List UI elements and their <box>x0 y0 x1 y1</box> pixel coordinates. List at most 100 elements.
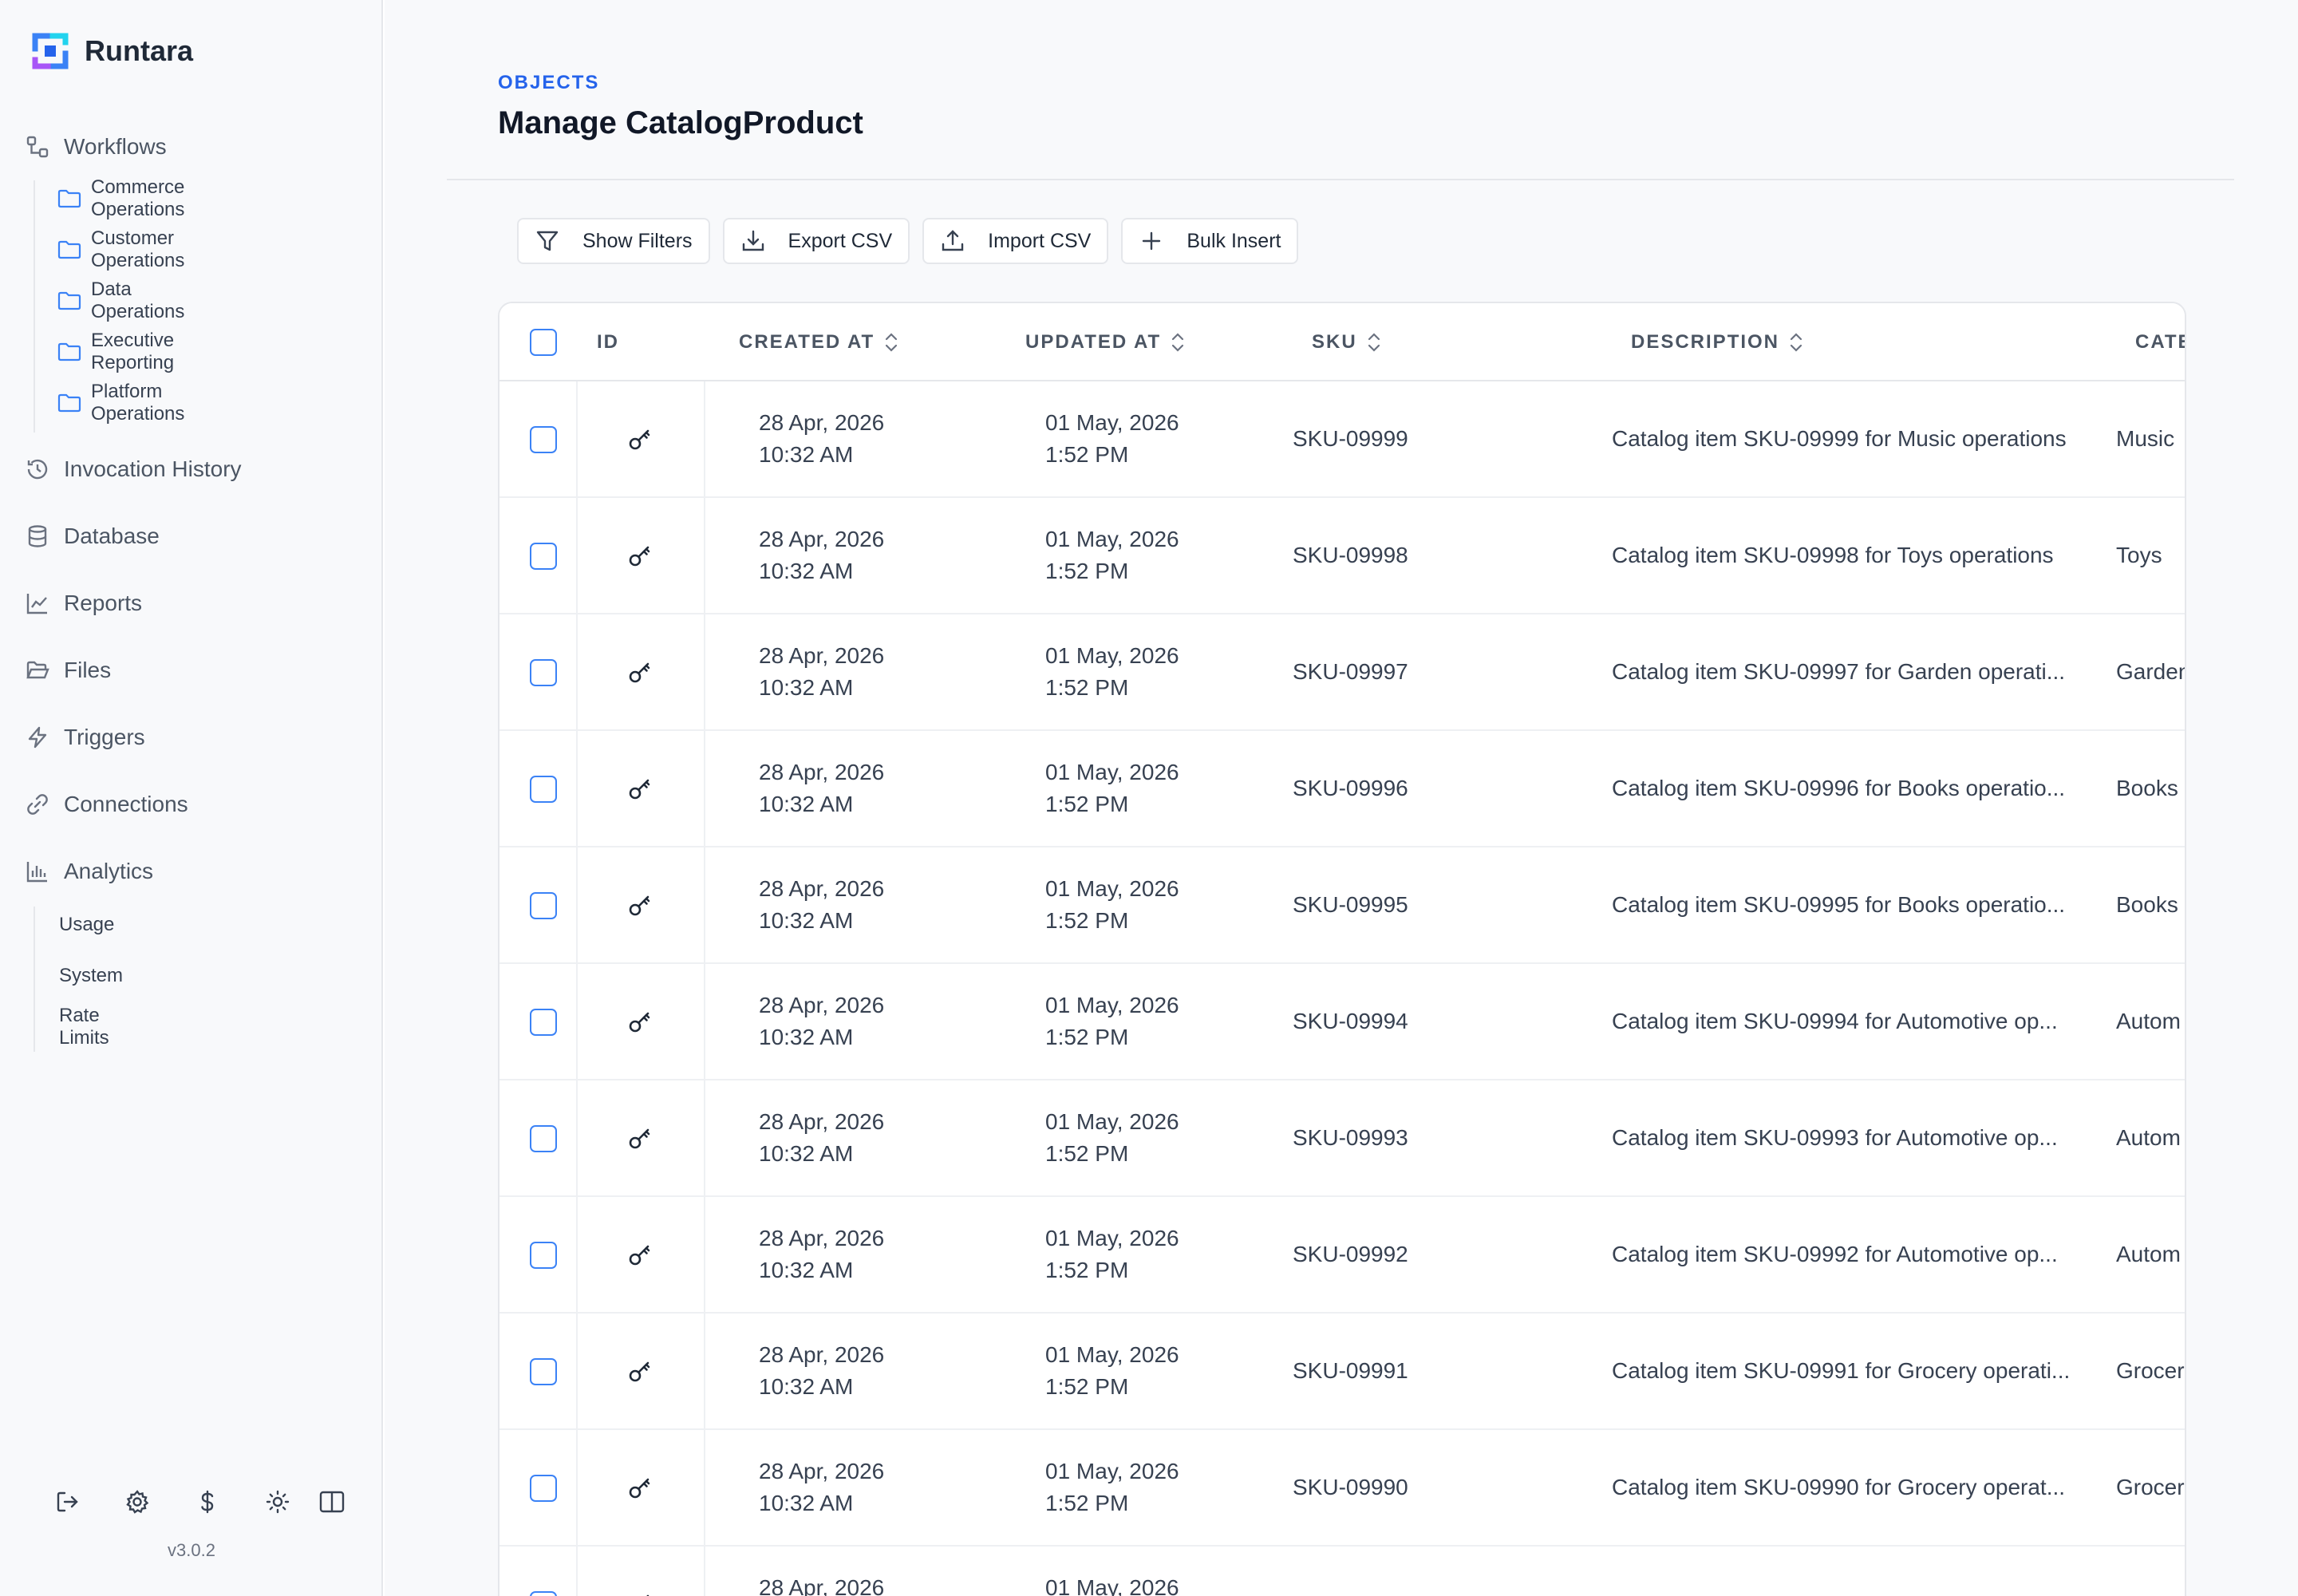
row-checkbox[interactable] <box>530 1242 557 1269</box>
updated-date: 01 May, 2026 <box>1045 1342 1179 1367</box>
key-icon[interactable] <box>624 1589 656 1596</box>
folder-item[interactable]: Executive Reporting <box>57 330 176 373</box>
key-icon[interactable] <box>624 1356 656 1388</box>
col-category[interactable]: CATE <box>2135 303 2185 381</box>
col-updated-at[interactable]: UPDATED AT <box>1025 303 1185 381</box>
logout-button[interactable] <box>49 1486 85 1521</box>
table-header: ID CREATED AT UPDATED AT SKU DESCRIPTION… <box>499 303 2185 381</box>
updated-date: 01 May, 2026 <box>1045 643 1179 668</box>
nav-reports[interactable]: Reports <box>24 583 142 623</box>
sort-icon[interactable] <box>1367 331 1381 354</box>
nav-triggers[interactable]: Triggers <box>24 717 145 757</box>
row-checkbox[interactable] <box>530 1591 557 1596</box>
folder-item[interactable]: Platform Operations <box>57 381 186 425</box>
table-row[interactable]: 28 Apr, 2026 01 May, 2026 <box>499 1547 2185 1596</box>
folder-label: Platform Operations <box>91 381 185 425</box>
row-checkbox[interactable] <box>530 1125 557 1152</box>
row-checkbox[interactable] <box>530 892 557 919</box>
col-created-at[interactable]: CREATED AT <box>739 303 898 381</box>
created-date: 28 Apr, 2026 <box>759 876 885 901</box>
download-icon <box>737 225 769 257</box>
col-description[interactable]: DESCRIPTION <box>1631 303 1803 381</box>
folder-item[interactable]: Customer Operations <box>57 227 186 271</box>
nav-analytics[interactable]: Analytics <box>24 851 153 891</box>
table-row[interactable]: 28 Apr, 2026 10:32 AM 01 May, 2026 1:52 PM S… <box>499 381 2185 498</box>
analytics-system[interactable]: System <box>59 958 123 994</box>
row-checkbox[interactable] <box>530 1475 557 1502</box>
bulk-insert-button[interactable]: Bulk Insert <box>1121 218 1299 264</box>
updated-date: 01 May, 2026 <box>1045 410 1179 435</box>
key-icon[interactable] <box>624 890 656 922</box>
updated-date: 01 May, 2026 <box>1045 876 1179 901</box>
nav-connections[interactable]: Connections <box>24 784 188 824</box>
nav-database[interactable]: Database <box>24 516 160 556</box>
created-time: 10:32 AM <box>759 792 854 816</box>
export-csv-button[interactable]: Export CSV <box>722 218 910 264</box>
category-cell: Autom <box>2116 1242 2181 1266</box>
analytics-subitems: Usage System Rate Limits <box>34 907 123 1052</box>
created-time: 10:32 AM <box>759 559 854 583</box>
category-cell: Books <box>2116 776 2178 800</box>
key-icon[interactable] <box>624 424 656 456</box>
key-icon[interactable] <box>624 540 656 572</box>
folder-label: Commerce Operations <box>91 176 185 220</box>
table-row[interactable]: 28 Apr, 2026 10:32 AM 01 May, 2026 1:52 PM S… <box>499 731 2185 847</box>
folder-icon <box>57 237 81 263</box>
folder-item[interactable]: Data Operations <box>57 279 186 322</box>
table-row[interactable]: 28 Apr, 2026 10:32 AM 01 May, 2026 1:52 PM S… <box>499 1314 2185 1430</box>
key-icon[interactable] <box>624 1006 656 1038</box>
show-filters-button[interactable]: Show Filters <box>517 218 710 264</box>
table-row[interactable]: 28 Apr, 2026 10:32 AM 01 May, 2026 1:52 PM S… <box>499 847 2185 964</box>
analytics-usage[interactable]: Usage <box>59 907 114 943</box>
sort-icon[interactable] <box>1171 331 1185 354</box>
table-row[interactable]: 28 Apr, 2026 10:32 AM 01 May, 2026 1:52 PM S… <box>499 1430 2185 1547</box>
key-icon[interactable] <box>624 1123 656 1155</box>
sort-icon[interactable] <box>1789 331 1803 354</box>
row-checkbox[interactable] <box>530 426 557 453</box>
column-label: ID <box>597 331 619 353</box>
sort-icon[interactable] <box>884 331 898 354</box>
description-cell: Catalog item SKU-09996 for Books operati… <box>1612 776 2066 800</box>
created-time: 10:32 AM <box>759 1374 854 1399</box>
theme-toggle-button[interactable] <box>260 1486 295 1521</box>
row-checkbox[interactable] <box>530 1358 557 1385</box>
row-checkbox[interactable] <box>530 659 557 686</box>
link-icon <box>24 791 51 818</box>
description-cell: Catalog item SKU-09998 for Toys operatio… <box>1612 543 2054 567</box>
settings-button[interactable] <box>120 1486 155 1521</box>
nav-workflows[interactable]: Workflows <box>24 127 167 167</box>
description-cell: Catalog item SKU-09999 for Music operati… <box>1612 426 2067 451</box>
col-sku[interactable]: SKU <box>1312 303 1381 381</box>
toolbar: Show Filters Export CSV Import CSV Bulk … <box>517 218 1299 264</box>
created-date: 28 Apr, 2026 <box>759 1575 885 1596</box>
billing-button[interactable] <box>190 1486 225 1521</box>
nav-files[interactable]: Files <box>24 650 111 690</box>
key-icon[interactable] <box>624 1239 656 1271</box>
folder-item[interactable]: Commerce Operations <box>57 176 186 220</box>
table-row[interactable]: 28 Apr, 2026 10:32 AM 01 May, 2026 1:52 PM S… <box>499 614 2185 731</box>
row-checkbox[interactable] <box>530 1009 557 1036</box>
row-checkbox[interactable] <box>530 776 557 803</box>
key-icon[interactable] <box>624 1472 656 1504</box>
bar-chart-icon <box>24 858 51 885</box>
collapse-sidebar-button[interactable] <box>314 1486 349 1521</box>
category-cell: Toys <box>2116 543 2162 567</box>
row-checkbox[interactable] <box>530 543 557 570</box>
brand[interactable]: Runtara <box>32 30 193 72</box>
key-icon[interactable] <box>624 773 656 805</box>
nav-label: Connections <box>64 792 188 816</box>
page-header: OBJECTS Manage CatalogProduct <box>447 35 2234 180</box>
table-row[interactable]: 28 Apr, 2026 10:32 AM 01 May, 2026 1:52 PM S… <box>499 1197 2185 1314</box>
updated-date: 01 May, 2026 <box>1045 1459 1179 1483</box>
table-row[interactable]: 28 Apr, 2026 10:32 AM 01 May, 2026 1:52 PM S… <box>499 498 2185 614</box>
table-row[interactable]: 28 Apr, 2026 10:32 AM 01 May, 2026 1:52 PM S… <box>499 964 2185 1080</box>
key-icon[interactable] <box>624 657 656 689</box>
sidebar-panel-icon <box>318 1489 345 1519</box>
analytics-rate-limits[interactable]: Rate Limits <box>59 1005 109 1049</box>
import-csv-button[interactable]: Import CSV <box>922 218 1109 264</box>
nav-invocation-history[interactable]: Invocation History <box>24 449 242 489</box>
brand-name: Runtara <box>85 34 194 67</box>
sku-cell: SKU-09997 <box>1293 659 1408 684</box>
table-row[interactable]: 28 Apr, 2026 10:32 AM 01 May, 2026 1:52 PM S… <box>499 1080 2185 1197</box>
select-all-checkbox[interactable] <box>530 329 557 356</box>
